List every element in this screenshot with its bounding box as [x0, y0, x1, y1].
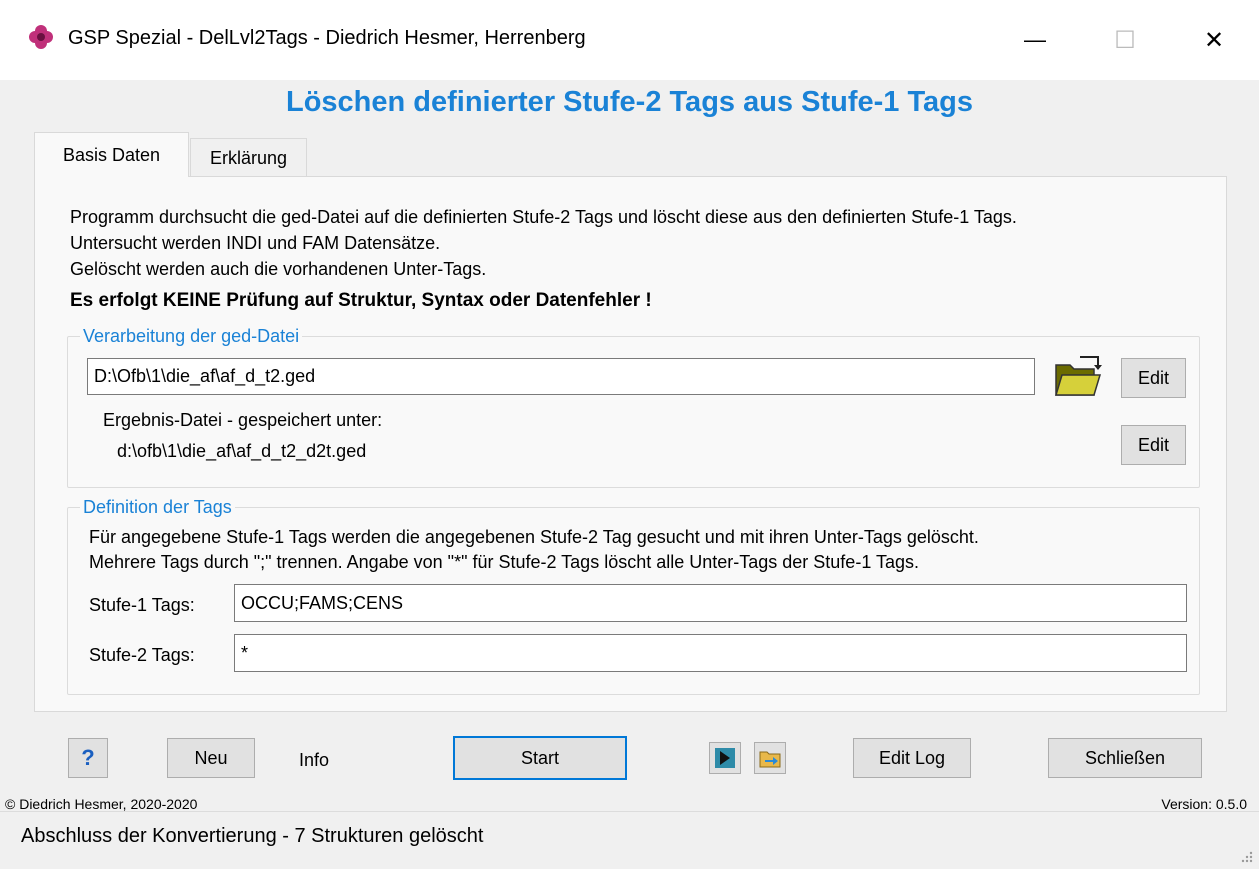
open-folder-icon[interactable] [1054, 355, 1102, 399]
edit-ged-button[interactable]: Edit [1121, 358, 1186, 398]
version-text: Version: 0.5.0 [1161, 796, 1247, 812]
maximize-icon: ☐ [1114, 26, 1136, 54]
play-arrow-icon [715, 748, 735, 768]
tab-erklaerung[interactable]: Erklärung [190, 138, 307, 177]
description-line-3: Gelöscht werden auch die vorhandenen Unt… [70, 259, 487, 279]
result-file-label: Ergebnis-Datei - gespeichert unter: [103, 410, 383, 430]
level1-tags-input[interactable]: OCCU;FAMS;CENS [234, 584, 1187, 622]
close-icon: ✕ [1203, 26, 1225, 54]
info-label[interactable]: Info [299, 750, 329, 771]
run-arrow-button[interactable] [709, 742, 741, 774]
tab-basis-daten[interactable]: Basis Daten [34, 132, 189, 177]
maximize-button[interactable]: ☐ [1080, 0, 1170, 80]
edit-result-button[interactable]: Edit [1121, 425, 1186, 465]
close-button[interactable]: Schließen [1048, 738, 1202, 778]
window-title: GSP Spezial - DelLvl2Tags - Diedrich Hes… [68, 27, 586, 49]
title-bar[interactable]: GSP Spezial - DelLvl2Tags - Diedrich Hes… [0, 0, 1259, 80]
status-text: Abschluss der Konvertierung - 7 Struktur… [21, 825, 484, 847]
help-icon: ? [81, 745, 95, 770]
minimize-button[interactable]: — [990, 0, 1080, 80]
start-button[interactable]: Start [453, 736, 627, 780]
warning-text: Es erfolgt KEINE Prüfung auf Struktur, S… [70, 290, 652, 311]
tags-help-line-1: Für angegebene Stufe-1 Tags werden die a… [89, 527, 979, 547]
page-heading: Löschen definierter Stufe-2 Tags aus Stu… [285, 86, 973, 118]
tags-definition-legend: Definition der Tags [83, 497, 232, 517]
minimize-icon: — [1024, 27, 1046, 52]
open-log-folder-button[interactable] [754, 742, 786, 774]
tags-help-line-2: Mehrere Tags durch ";" trennen. Angabe v… [89, 552, 920, 572]
ged-file-group: Verarbeitung der ged-Datei [67, 326, 1200, 488]
ged-file-legend: Verarbeitung der ged-Datei [83, 326, 300, 346]
close-window-button[interactable]: ✕ [1169, 0, 1259, 80]
copyright-text: © Diedrich Hesmer, 2020-2020 [5, 796, 198, 812]
level2-tags-input[interactable]: * [234, 634, 1187, 672]
result-file-path: d:\ofb\1\die_af\af_d_t2_d2t.ged [117, 441, 367, 461]
level1-tags-label: Stufe-1 Tags: [89, 595, 195, 615]
description-line-1: Programm durchsucht die ged-Datei auf di… [70, 207, 1017, 227]
edit-log-button[interactable]: Edit Log [853, 738, 971, 778]
status-bar: Abschluss der Konvertierung - 7 Struktur… [0, 811, 1259, 869]
ged-file-path-field[interactable]: D:\Ofb\1\die_af\af_d_t2.ged [87, 358, 1035, 395]
description-line-2: Untersucht werden INDI und FAM Datensätz… [70, 233, 441, 253]
folder-arrow-icon [759, 751, 781, 768]
new-button[interactable]: Neu [167, 738, 255, 778]
resize-grip-icon[interactable] [1239, 849, 1253, 863]
level2-tags-label: Stufe-2 Tags: [89, 645, 195, 665]
help-button[interactable]: ? [68, 738, 108, 778]
app-flower-icon [29, 25, 53, 49]
